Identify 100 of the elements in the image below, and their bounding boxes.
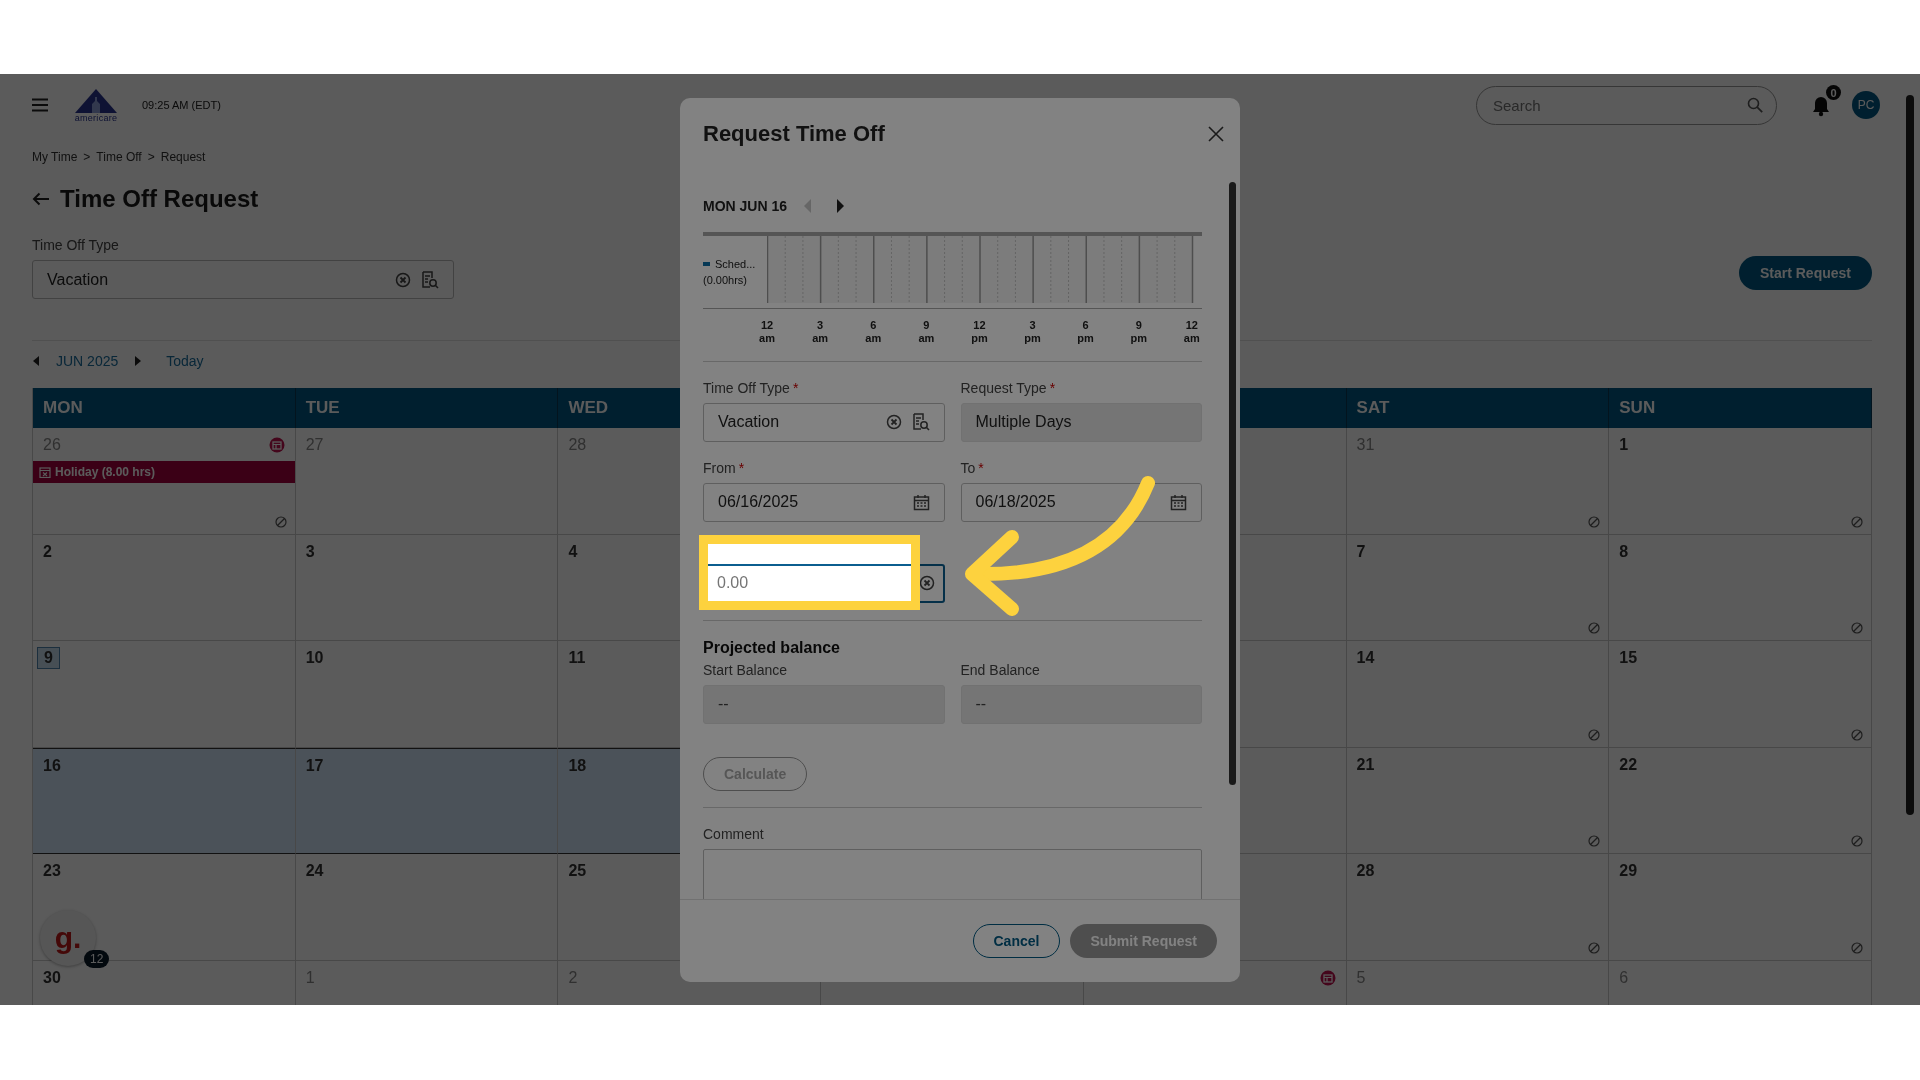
- no-entry-icon: [1851, 941, 1863, 954]
- company-logo[interactable]: americare: [64, 87, 128, 123]
- calendar-day[interactable]: 8: [1609, 534, 1872, 641]
- no-entry-icon: [1588, 728, 1601, 741]
- day-number: 16: [43, 756, 61, 775]
- calendar-day[interactable]: 21: [1346, 747, 1610, 854]
- time-tick-label: 6 am: [865, 318, 882, 345]
- previous-icon[interactable]: [32, 356, 40, 366]
- no-entry-icon: [1588, 941, 1601, 954]
- calendar-day[interactable]: 1: [1609, 428, 1872, 535]
- calendar-icon[interactable]: [1170, 493, 1187, 511]
- holiday-icon: [1319, 969, 1336, 986]
- time-tick-label: 3 pm: [1024, 318, 1041, 345]
- day-number: 21: [1356, 755, 1375, 774]
- user-avatar[interactable]: PC: [1852, 91, 1880, 119]
- weekday-header: SUN: [1609, 388, 1872, 428]
- calendar-day[interactable]: 17: [295, 747, 559, 854]
- date-field[interactable]: 06/16/2025: [703, 482, 945, 522]
- holiday-icon: [268, 437, 285, 453]
- no-entry-icon: [1588, 622, 1601, 634]
- calendar-icon[interactable]: [912, 493, 930, 511]
- next-icon[interactable]: [134, 356, 143, 366]
- day-number: 8: [1619, 542, 1629, 561]
- calendar-day[interactable]: 16: [33, 747, 296, 854]
- start-request-button[interactable]: Start Request: [1738, 256, 1872, 290]
- search-icon[interactable]: [1747, 96, 1763, 113]
- field-label: End Balance: [960, 661, 1041, 678]
- menu-icon[interactable]: [32, 98, 48, 112]
- no-entry-icon: [1588, 835, 1601, 847]
- breadcrumb-link[interactable]: My Time: [32, 149, 78, 165]
- calendar-day[interactable]: 28: [1346, 854, 1610, 961]
- no-entry-icon: [1851, 622, 1863, 634]
- field-label: Request Type *: [960, 379, 1057, 396]
- time-tick-label: 9 am: [918, 318, 935, 345]
- day-number: 14: [1356, 649, 1375, 667]
- day-number: 11: [568, 649, 586, 667]
- day-number: 28: [1356, 862, 1375, 880]
- day-number: 7: [1356, 542, 1366, 561]
- scrollbar[interactable]: [1229, 181, 1236, 785]
- event-label: Holiday (8.00 hrs): [55, 465, 156, 479]
- field-label: Comment: [703, 825, 765, 842]
- day-number: 23: [43, 862, 61, 880]
- no-entry-icon: [1851, 835, 1863, 847]
- time-tick-label: 12 am: [1183, 318, 1200, 345]
- comment-field[interactable]: [703, 848, 1202, 900]
- back-arrow-icon[interactable]: [32, 192, 50, 206]
- next-icon[interactable]: [836, 198, 846, 213]
- breadcrumb-link[interactable]: Request: [160, 149, 206, 165]
- calendar-day[interactable]: 7: [1346, 534, 1610, 641]
- day-number: 15: [1619, 649, 1638, 667]
- cancel-button[interactable]: Cancel: [972, 924, 1061, 959]
- breadcrumb-separator: >: [147, 149, 155, 165]
- dialog-title: Request Time Off: [703, 120, 885, 147]
- field-label: Start Balance: [703, 661, 789, 678]
- legend-swatch: [703, 261, 710, 266]
- weekday-header: TUE: [295, 388, 559, 428]
- calendar-day[interactable]: 22: [1609, 747, 1872, 854]
- calendar-day[interactable]: 2: [33, 534, 296, 641]
- weekday-header: SAT: [1346, 388, 1610, 428]
- month-link[interactable]: JUN 2025: [56, 353, 119, 369]
- lookup-icon[interactable]: [911, 413, 930, 432]
- notification-count: 0: [1826, 85, 1841, 100]
- clear-icon[interactable]: [918, 574, 935, 591]
- calendar-day[interactable]: 14: [1346, 641, 1610, 748]
- help-count: 12: [84, 950, 110, 968]
- day-number: 22: [1619, 755, 1638, 774]
- day-number: 25: [568, 862, 587, 880]
- breadcrumb-separator: >: [83, 149, 91, 165]
- calendar-day[interactable]: 3: [295, 534, 559, 641]
- time-tick-label: 9 pm: [1130, 318, 1147, 345]
- calendar-day[interactable]: 10: [295, 641, 559, 748]
- day-number: 1: [1619, 436, 1629, 454]
- day-number: 24: [305, 862, 324, 880]
- lookup-field[interactable]: Vacation: [32, 260, 454, 299]
- holiday-event[interactable]: Holiday (8.00 hrs): [33, 461, 295, 483]
- breadcrumb-link[interactable]: Time Off: [96, 149, 142, 165]
- calendar-day[interactable]: 9: [33, 641, 296, 748]
- day-number: 3: [305, 542, 315, 561]
- time-tick-label: 12 pm: [971, 318, 988, 345]
- day-number: 10: [305, 649, 324, 667]
- scrollbar[interactable]: [1906, 95, 1914, 815]
- no-entry-icon: [1851, 728, 1863, 741]
- balance-field: --: [960, 684, 1202, 724]
- close-icon[interactable]: [1208, 125, 1224, 142]
- field-label: To *: [960, 459, 985, 476]
- calendar-day[interactable]: 15: [1609, 641, 1872, 748]
- calendar-x-icon: [39, 466, 51, 478]
- lookup-field[interactable]: Vacation: [703, 402, 945, 442]
- time-tick-label: 3 am: [812, 318, 829, 345]
- day-number: 2: [43, 542, 52, 561]
- calendar-day[interactable]: 29: [1609, 854, 1872, 961]
- balance-field: --: [703, 684, 945, 724]
- today-link[interactable]: Today: [166, 353, 204, 369]
- no-entry-icon: [1588, 515, 1601, 528]
- date-field[interactable]: 06/18/2025: [960, 482, 1202, 522]
- calendar-day[interactable]: 24: [295, 854, 559, 961]
- lookup-icon[interactable]: [421, 270, 439, 289]
- legend-hours: (0.00hrs): [703, 273, 749, 286]
- no-entry-icon: [1851, 515, 1863, 528]
- day-number: 17: [305, 756, 324, 775]
